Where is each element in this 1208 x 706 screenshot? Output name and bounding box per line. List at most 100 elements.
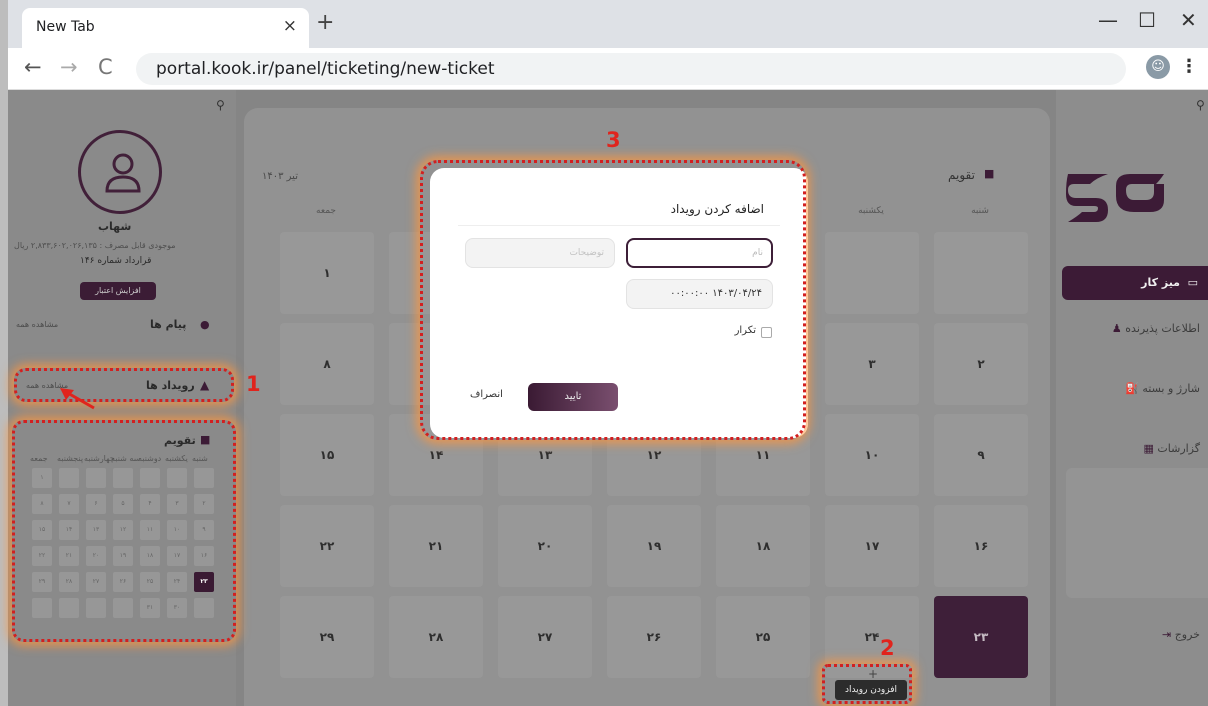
day-cell[interactable]: ۱ <box>280 232 374 314</box>
annotation-number: 1 <box>246 372 261 396</box>
day-number: ۲۹ <box>319 630 335 644</box>
address-bar[interactable]: portal.kook.ir/panel/ticketing/new-ticke… <box>136 53 1126 85</box>
day-number: ۱۱ <box>755 448 771 462</box>
close-window-button[interactable]: ✕ <box>1180 8 1197 32</box>
day-number: ۹ <box>977 448 985 462</box>
maximize-button[interactable]: ☐ <box>1138 8 1156 32</box>
tab-close-icon[interactable]: × <box>283 16 297 36</box>
sidebar-item-receiver-info[interactable]: اطلاعات پذیرنده ♟ <box>1068 322 1200 335</box>
sidebar-item-dashboard[interactable]: ▭ میز کار <box>1062 266 1208 300</box>
balance-text: موجودی قابل مصرف : ۲,۸۳۳,۶۰۲,۰۲۶,۱۳۵ ریا… <box>14 241 176 250</box>
sidebar-item-logout[interactable]: خروج ⇥ <box>1068 628 1200 641</box>
day-number: ۱۳ <box>537 448 553 462</box>
messages-title: پیام ها <box>150 318 187 331</box>
tab-bar: New Tab × + — ☐ ✕ <box>8 0 1208 48</box>
day-number: ۱۷ <box>864 539 880 553</box>
red-arrow-icon <box>60 388 95 410</box>
month-label: تیر ۱۴۰۳ <box>262 171 298 182</box>
sidebar-item-label: خروج <box>1174 628 1200 641</box>
day-number: ۱۵ <box>319 448 335 462</box>
calendar-title: تقویم <box>948 168 975 182</box>
day-cell[interactable] <box>934 232 1028 314</box>
day-number: ۱۹ <box>646 539 662 553</box>
day-cell[interactable]: ۱۹ <box>607 505 701 587</box>
sidebar-item-label: گزارشات <box>1157 442 1200 455</box>
increase-credit-button[interactable]: افزایش اعتبار <box>80 282 156 300</box>
back-button[interactable]: ← <box>24 55 42 79</box>
annotation-number: 3 <box>606 128 621 152</box>
day-cell[interactable]: ۲۹ <box>280 596 374 678</box>
day-cell[interactable]: ۸ <box>280 323 374 405</box>
calendar-icon: ■ <box>984 167 995 180</box>
pin-icon[interactable]: ⚲ <box>216 98 225 112</box>
sidebar-item-label: میز کار <box>1141 276 1180 289</box>
day-number: ۱۶ <box>973 539 989 553</box>
day-cell[interactable]: ۲۵ <box>716 596 810 678</box>
day-cell[interactable]: ۲۳ <box>934 596 1028 678</box>
profile-avatar-icon[interactable]: ☺ <box>1146 55 1170 79</box>
day-cell[interactable] <box>825 232 919 314</box>
pin-icon[interactable]: ⚲ <box>1196 98 1205 112</box>
tab-title: New Tab <box>36 19 95 35</box>
chat-icon: ● <box>200 318 210 331</box>
weekday-label: جمعه <box>316 206 336 216</box>
day-cell[interactable]: ۲۲ <box>280 505 374 587</box>
logout-icon: ⇥ <box>1161 628 1172 641</box>
minimize-button[interactable]: — <box>1098 8 1118 32</box>
day-cell[interactable]: ۱۵ <box>280 414 374 496</box>
day-number: ۱۰ <box>864 448 880 462</box>
day-cell[interactable]: ۲۷ <box>498 596 592 678</box>
browser-toolbar: ← → C portal.kook.ir/panel/ticketing/new… <box>8 48 1208 90</box>
day-cell[interactable]: ۲۶ <box>607 596 701 678</box>
contract-link[interactable]: قرارداد شماره ۱۴۶ <box>80 256 151 266</box>
browser-window: New Tab × + — ☐ ✕ ← → C portal.kook.ir/p… <box>8 0 1208 706</box>
reload-button[interactable]: C <box>98 55 113 79</box>
kook-logo <box>1066 174 1164 222</box>
day-number: ۲۴ <box>864 630 880 644</box>
day-number: ۱۴ <box>428 448 444 462</box>
day-number: ۲ <box>977 357 985 371</box>
highlight-events <box>14 368 234 402</box>
new-tab-button[interactable]: + <box>316 10 334 35</box>
url-text: portal.kook.ir/panel/ticketing/new-ticke… <box>156 59 495 79</box>
annotation-number: 2 <box>880 636 895 660</box>
highlight-add-event <box>822 664 912 704</box>
fuel-icon: ⛽ <box>1125 382 1139 395</box>
day-cell[interactable]: ۱۸ <box>716 505 810 587</box>
day-cell[interactable]: ۱۶ <box>934 505 1028 587</box>
day-number: ۱۲ <box>646 448 662 462</box>
day-cell[interactable]: ۹ <box>934 414 1028 496</box>
day-number: ۲۲ <box>319 539 335 553</box>
sidebar-item-charge[interactable]: شارژ و بسته ⛽ <box>1068 382 1200 395</box>
day-number: ۲۶ <box>646 630 662 644</box>
day-number: ۲۳ <box>973 630 989 644</box>
inbox-icon: ▭ <box>1187 276 1198 289</box>
user-name: شهاب <box>98 220 132 233</box>
user-icon: ♟ <box>1111 322 1122 335</box>
day-number: ۲۱ <box>428 539 444 553</box>
forward-button[interactable]: → <box>60 55 78 79</box>
sidebar-item-label: شارژ و بسته <box>1142 382 1200 395</box>
day-number: ۲۰ <box>537 539 553 553</box>
day-cell[interactable]: ۲۱ <box>389 505 483 587</box>
day-number: ۳ <box>868 357 876 371</box>
user-avatar <box>78 130 162 214</box>
weekday-label: شنبه <box>971 206 989 216</box>
day-cell[interactable]: ۲ <box>934 323 1028 405</box>
chart-icon: ▦ <box>1143 442 1154 455</box>
day-cell[interactable]: ۱۰ <box>825 414 919 496</box>
day-number: ۱ <box>323 266 331 280</box>
day-cell[interactable]: ۲۰ <box>498 505 592 587</box>
day-cell[interactable]: ۲۸ <box>389 596 483 678</box>
day-number: ۲۸ <box>428 630 444 644</box>
day-cell[interactable]: ۳ <box>825 323 919 405</box>
browser-menu-icon[interactable]: ⋮ <box>1180 56 1198 77</box>
weekday-label: یکشنبه <box>858 206 884 216</box>
sidebar-item-reports[interactable]: گزارشات ▦ <box>1068 442 1200 455</box>
messages-see-all[interactable]: مشاهده همه <box>16 320 58 329</box>
day-number: ۸ <box>323 357 331 371</box>
day-cell[interactable]: ۱۷ <box>825 505 919 587</box>
highlight-mini-calendar <box>12 420 236 642</box>
day-number: ۲۷ <box>537 630 553 644</box>
browser-tab[interactable]: New Tab × <box>22 8 309 48</box>
